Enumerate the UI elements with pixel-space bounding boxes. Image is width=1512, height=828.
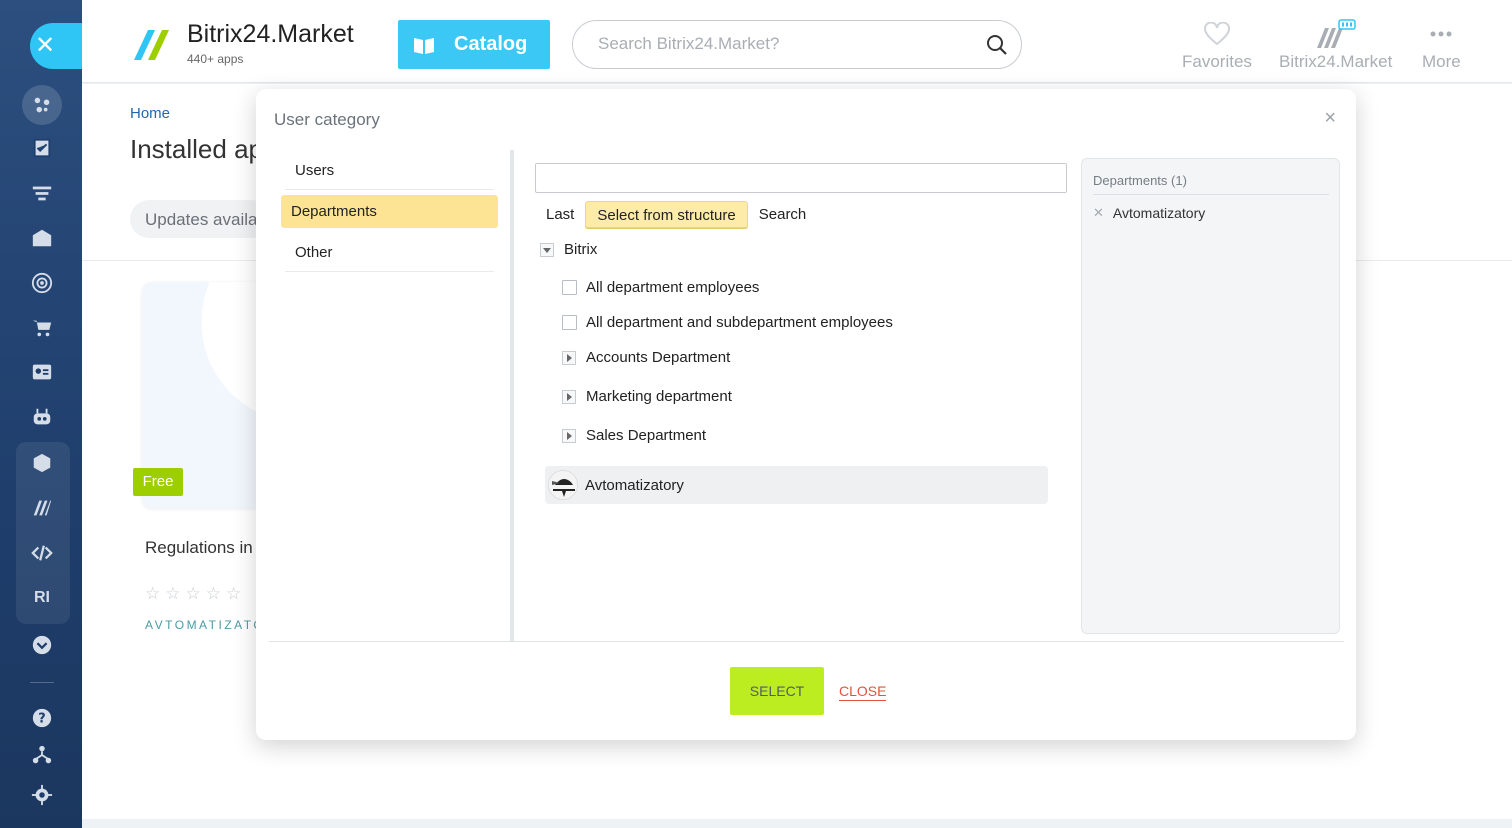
user-category-dialog: User category × Users Departments Other … bbox=[256, 89, 1356, 740]
close-button[interactable]: CLOSE bbox=[839, 682, 887, 701]
help-icon[interactable]: ? bbox=[26, 702, 58, 734]
page-footer-band bbox=[82, 819, 1512, 828]
market-menu-button[interactable]: Bitrix24.Market bbox=[1279, 18, 1392, 72]
breadcrumb-home[interactable]: Home bbox=[130, 105, 170, 122]
updates-filter[interactable]: Updates availa bbox=[130, 200, 270, 238]
selected-item-label: Avtomatizatory bbox=[1112, 205, 1206, 221]
select-button[interactable]: SELECT bbox=[730, 667, 824, 715]
selector-tabs: Last Select from structure Search bbox=[535, 201, 817, 228]
panel-divider bbox=[510, 150, 514, 642]
sidebar-close-button[interactable]: ✕ bbox=[30, 23, 82, 69]
target-icon[interactable] bbox=[26, 267, 58, 299]
department-label: Accounts Department bbox=[586, 349, 731, 366]
catalog-label: Catalog bbox=[454, 33, 528, 55]
category-list: Users Departments Other bbox=[281, 149, 498, 272]
market-label: Bitrix24.Market bbox=[1279, 52, 1393, 71]
free-badge: Free bbox=[133, 468, 183, 496]
all-sub-employees-checkbox[interactable] bbox=[562, 315, 577, 330]
tree-item-sales[interactable]: Sales Department bbox=[562, 427, 706, 444]
more-button[interactable]: More bbox=[1422, 18, 1461, 72]
department-label: Marketing department bbox=[586, 388, 732, 405]
tasks-icon[interactable] bbox=[26, 132, 58, 164]
selected-department-label: Avtomatizatory bbox=[585, 476, 684, 494]
all-employees-checkbox[interactable] bbox=[562, 280, 577, 295]
tree-root-bitrix[interactable]: Bitrix bbox=[540, 241, 597, 258]
page-title: Installed ap bbox=[130, 134, 263, 164]
tab-select-from-structure[interactable]: Select from structure bbox=[585, 201, 748, 228]
activity-icon[interactable] bbox=[22, 85, 62, 125]
sidebar-divider bbox=[30, 682, 54, 683]
store-icon[interactable] bbox=[26, 222, 58, 254]
expand-toggle-icon[interactable] bbox=[562, 350, 576, 365]
favorites-button[interactable]: Favorites bbox=[1182, 18, 1252, 72]
tree-root-label: Bitrix bbox=[564, 241, 598, 258]
sidebar-item-ri[interactable]: RI bbox=[26, 582, 58, 614]
code-icon[interactable] bbox=[26, 537, 58, 569]
category-other[interactable]: Other bbox=[285, 231, 494, 272]
selected-heading: Departments (1) bbox=[1093, 173, 1187, 188]
chevron-down-icon[interactable] bbox=[26, 629, 58, 661]
more-dots-icon bbox=[1430, 31, 1452, 37]
dialog-title: User category bbox=[274, 110, 380, 129]
logo-title[interactable]: Bitrix24.Market bbox=[187, 20, 354, 49]
market-header: Bitrix24.Market 440+ apps Catalog Favori… bbox=[82, 0, 1512, 83]
tree-item-avtomatizatory[interactable]: Avtomatizatory bbox=[545, 466, 1048, 504]
structure-icon[interactable] bbox=[26, 739, 58, 771]
search-icon[interactable] bbox=[985, 33, 1009, 57]
search-input[interactable] bbox=[598, 34, 968, 54]
all-sub-employees-label: All department and subdepartment employe… bbox=[586, 314, 893, 331]
book-icon bbox=[414, 37, 434, 54]
all-employees-label: All department employees bbox=[586, 279, 760, 296]
tab-search[interactable]: Search bbox=[748, 201, 818, 228]
market-apps-icon bbox=[1316, 19, 1356, 48]
department-filter-input[interactable] bbox=[535, 163, 1067, 193]
department-avatar-icon bbox=[548, 470, 578, 500]
tree-item-accounts[interactable]: Accounts Department bbox=[562, 349, 730, 366]
all-employees-option[interactable]: All department employees bbox=[562, 279, 759, 296]
favorites-label: Favorites bbox=[1182, 52, 1252, 71]
collapse-toggle-icon[interactable] bbox=[540, 242, 554, 257]
svg-text:?: ? bbox=[38, 712, 45, 727]
contact-card-icon[interactable] bbox=[26, 356, 58, 388]
dialog-close-icon[interactable]: × bbox=[1324, 107, 1336, 130]
box-icon[interactable] bbox=[26, 447, 58, 479]
crm-filter-icon[interactable] bbox=[26, 177, 58, 209]
category-users[interactable]: Users bbox=[285, 149, 494, 190]
category-departments[interactable]: Departments bbox=[281, 195, 498, 228]
cart-icon[interactable] bbox=[26, 312, 58, 344]
market-icon[interactable] bbox=[26, 492, 58, 524]
more-label: More bbox=[1422, 52, 1461, 71]
department-label: Sales Department bbox=[586, 427, 707, 444]
selected-divider bbox=[1093, 194, 1329, 195]
catalog-button[interactable]: Catalog bbox=[398, 20, 550, 69]
heart-icon bbox=[1203, 22, 1230, 46]
expand-toggle-icon[interactable] bbox=[562, 428, 576, 443]
market-search[interactable] bbox=[572, 20, 1022, 69]
remove-selection-icon[interactable]: ✕ bbox=[1093, 205, 1104, 221]
logo-subtitle: 440+ apps bbox=[187, 52, 244, 66]
rating-stars: ☆☆☆☆☆ bbox=[145, 584, 247, 603]
selected-item: ✕ Avtomatizatory bbox=[1093, 205, 1205, 221]
left-sidebar: ✕ RI ? bbox=[0, 0, 82, 828]
tree-item-marketing[interactable]: Marketing department bbox=[562, 388, 732, 405]
tab-last[interactable]: Last bbox=[535, 201, 585, 228]
app-vendor[interactable]: AVTOMATIZATO bbox=[145, 618, 265, 632]
app-name[interactable]: Regulations in bbox=[145, 538, 253, 558]
robot-icon[interactable] bbox=[26, 401, 58, 433]
settings-icon[interactable] bbox=[26, 779, 58, 811]
all-sub-employees-option[interactable]: All department and subdepartment employe… bbox=[562, 314, 893, 331]
bitrix24-market-logo-icon bbox=[134, 30, 169, 60]
expand-toggle-icon[interactable] bbox=[562, 389, 576, 404]
footer-divider bbox=[269, 641, 1344, 642]
selected-items-panel: Departments (1) ✕ Avtomatizatory bbox=[1081, 158, 1340, 634]
